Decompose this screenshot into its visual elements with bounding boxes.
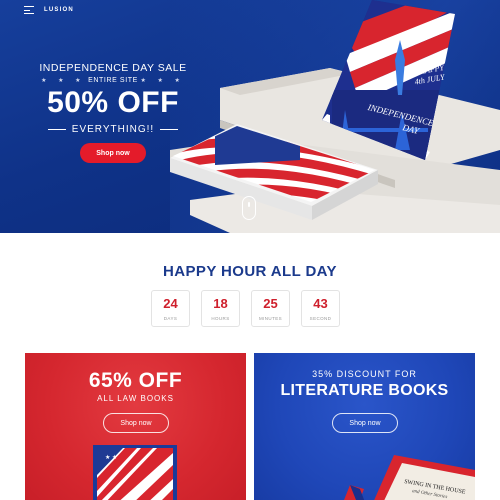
literature-books-image: SWING IN THE HOUSE and Other Stories — [344, 455, 475, 500]
countdown-value: 24 — [163, 295, 178, 311]
countdown-label: SECOND — [309, 315, 332, 321]
promo-headline: LITERATURE BOOKS — [280, 382, 449, 399]
countdown-value: 25 — [263, 295, 278, 311]
divider — [47, 129, 66, 130]
sale-tagline-row: EVERYTHING!! — [0, 124, 226, 135]
law-book-image: ★ ★ — [93, 445, 177, 500]
scroll-down-icon[interactable] — [242, 196, 256, 220]
literature-shop-now-button[interactable]: Shop now — [332, 413, 398, 433]
countdown-value: 18 — [213, 295, 228, 311]
page: LUSION HAPPY 4th JULY INDEPENDENCE DAY I… — [0, 0, 500, 500]
hero-banner: LUSION HAPPY 4th JULY INDEPENDENCE DAY I… — [0, 0, 500, 233]
promo-subline: ALL LAW BOOKS — [97, 394, 174, 403]
law-books-shop-now-button[interactable]: Shop now — [103, 413, 169, 433]
countdown-minutes: 25 MINUTES — [251, 290, 290, 327]
sale-discount: 50% OFF — [47, 86, 179, 119]
sale-title: INDEPENDENCE DAY SALE — [39, 62, 187, 74]
promo-overline: 35% DISCOUNT FOR — [312, 369, 417, 379]
countdown-hours: 18 HOURS — [201, 290, 240, 327]
countdown-label: HOURS — [211, 315, 230, 321]
stars-right-icon: ★ ★ ★ — [140, 78, 185, 84]
countdown-label: DAYS — [163, 315, 178, 321]
divider — [160, 129, 179, 130]
countdown-days: 24 DAYS — [151, 290, 190, 327]
sale-subtitle: ★ ★ ★ ENTIRE SITE ★ ★ ★ — [0, 77, 226, 84]
promo-law-books: 65% OFF ALL LAW BOOKS Shop now ★ ★ — [25, 353, 246, 500]
countdown-label: MINUTES — [258, 315, 283, 321]
countdown-title: HAPPY HOUR ALL DAY — [163, 263, 337, 280]
countdown-value: 43 — [313, 295, 328, 311]
stars-left-icon: ★ ★ ★ — [41, 78, 86, 84]
sale-subtitle-text: ENTIRE SITE — [88, 77, 138, 84]
book-star-glyph: ★ ★ — [105, 454, 117, 461]
hero-shop-now-button[interactable]: Shop now — [80, 143, 146, 163]
promo-headline: 65% OFF — [88, 369, 183, 392]
sale-tagline: EVERYTHING!! — [71, 124, 155, 135]
countdown-seconds: 43 SECOND — [301, 290, 340, 327]
promo-literature-books: 35% DISCOUNT FOR LITERATURE BOOKS Shop n… — [254, 353, 475, 500]
countdown-timer: 24 DAYS 18 HOURS 25 MINUTES 43 SECOND — [151, 290, 340, 327]
